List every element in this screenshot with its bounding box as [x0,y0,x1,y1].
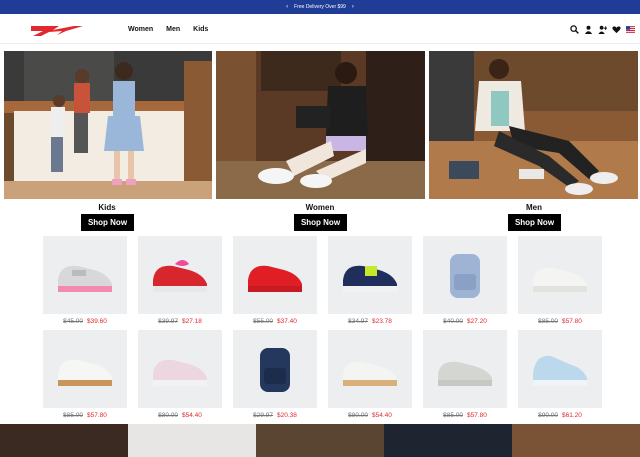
add-user-icon[interactable] [598,25,607,34]
sale-price: $39.60 [87,318,107,325]
hero-banners [0,51,640,199]
original-price: $55.00 [253,318,273,325]
product-grid-row-1: $45.00 $39.60 $39.97 $27.18 $55.00 $37.40 $… [43,236,603,325]
original-price: $39.97 [158,318,178,325]
sale-price: $57.80 [467,412,487,419]
women-shop-now-button[interactable]: Shop Now [294,214,347,231]
product-image[interactable] [328,330,412,408]
original-price: $85.00 [538,318,558,325]
reebok-logo[interactable] [29,23,85,37]
product-card[interactable]: $80.00 $54.40 [138,330,222,419]
bottom-banner-image-5 [512,424,640,457]
promo-bar: ‹ Free Delivery Over $99 › [0,0,640,14]
search-icon[interactable] [570,24,579,34]
bottom-banner-image-4 [384,424,512,457]
original-price: $40.00 [443,318,463,325]
site-header: Women Men Kids [0,14,640,44]
sale-price: $57.80 [562,318,582,325]
product-card[interactable]: $40.00 $27.20 [423,236,507,325]
product-card[interactable]: $45.00 $39.60 [43,236,127,325]
promo-next-arrow-icon[interactable]: › [352,4,354,10]
sale-price: $20.38 [277,412,297,419]
sale-price: $54.40 [182,412,202,419]
bottom-banner-strip[interactable] [0,424,640,457]
product-card[interactable]: $90.00 $61.20 [518,330,602,419]
product-card[interactable]: $34.97 $23.78 [328,236,412,325]
product-card[interactable]: $80.00 $54.40 [328,330,412,419]
original-price: $90.00 [538,412,558,419]
sale-price: $57.80 [87,412,107,419]
product-image[interactable] [328,236,412,314]
main-nav: Women Men Kids [128,14,208,44]
hero-kids-image[interactable] [4,51,212,199]
sale-price: $37.40 [277,318,297,325]
product-image[interactable] [423,330,507,408]
nav-women[interactable]: Women [128,26,153,33]
sale-price: $27.18 [182,318,202,325]
original-price: $45.00 [63,318,83,325]
product-card[interactable]: $39.97 $27.18 [138,236,222,325]
original-price: $29.97 [253,412,273,419]
product-image[interactable] [518,236,602,314]
wishlist-heart-icon[interactable] [612,25,621,34]
product-card[interactable]: $29.97 $20.38 [233,330,317,419]
men-shop-now-button[interactable]: Shop Now [508,214,561,231]
product-card[interactable]: $85.00 $57.80 [43,330,127,419]
bottom-banner-image-1 [0,424,128,457]
product-card[interactable]: $85.00 $57.80 [518,236,602,325]
product-image[interactable] [43,236,127,314]
sale-price: $54.40 [372,412,392,419]
promo-text: Free Delivery Over $99 [294,4,346,10]
product-image[interactable] [423,236,507,314]
product-card[interactable]: $55.00 $37.40 [233,236,317,325]
sale-price: $23.78 [372,318,392,325]
product-image[interactable] [518,330,602,408]
bottom-banner-image-2 [128,424,256,457]
product-image[interactable] [233,236,317,314]
product-image[interactable] [43,330,127,408]
nav-men[interactable]: Men [166,26,180,33]
product-image[interactable] [138,236,222,314]
kids-shop-now-button[interactable]: Shop Now [81,214,134,231]
us-flag-icon[interactable] [626,25,635,34]
header-icons [570,14,635,44]
hero-women-image[interactable] [216,51,425,199]
promo-prev-arrow-icon[interactable]: ‹ [286,4,288,10]
hero-men-image[interactable] [429,51,638,199]
category-men-label: Men [526,203,542,212]
original-price: $80.00 [348,412,368,419]
sale-price: $61.20 [562,412,582,419]
account-icon[interactable] [584,25,593,34]
sale-price: $27.20 [467,318,487,325]
category-kids-label: Kids [98,203,116,212]
original-price: $80.00 [158,412,178,419]
category-women-label: Women [305,203,335,212]
product-image[interactable] [138,330,222,408]
product-image[interactable] [233,330,317,408]
original-price: $85.00 [443,412,463,419]
original-price: $85.00 [63,412,83,419]
product-grid-row-2: $85.00 $57.80 $80.00 $54.40 $29.97 $20.38 $… [43,330,603,419]
bottom-banner-image-3 [256,424,384,457]
product-card[interactable]: $85.00 $57.80 [423,330,507,419]
original-price: $34.97 [348,318,368,325]
nav-kids[interactable]: Kids [193,26,208,33]
